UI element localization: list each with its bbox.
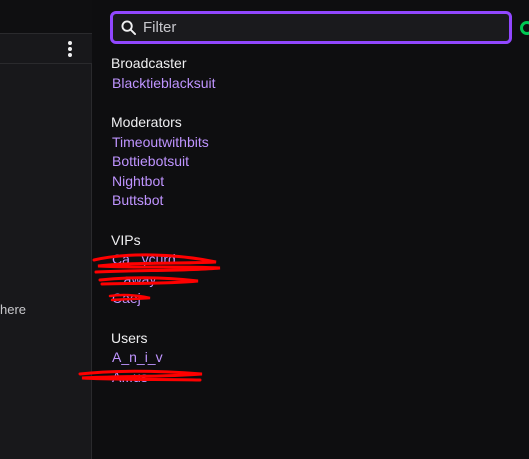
search-icon: [121, 20, 136, 35]
left-partial-text: here: [0, 302, 27, 317]
left-panel-header: [0, 34, 92, 64]
vips-heading: VIPs: [111, 232, 141, 248]
chat-viewers-screen: here Broadcaster Blacktieblacksuit Moder…: [0, 0, 529, 459]
user-broadcaster-1[interactable]: Blacktieblacksuit: [112, 75, 216, 91]
user-vip-3[interactable]: Caej: [112, 290, 141, 306]
user-vip-1[interactable]: Ca...ycurd: [112, 251, 176, 267]
user-moderator-4[interactable]: Buttsbot: [112, 192, 163, 208]
status-indicator: [520, 21, 529, 35]
user-viewer-2[interactable]: A...us: [112, 369, 148, 385]
filter-input[interactable]: [141, 17, 500, 38]
left-chat-panel: here: [0, 0, 92, 459]
kebab-vertical-icon[interactable]: [66, 41, 74, 59]
user-moderator-1[interactable]: Timeoutwithbits: [112, 134, 209, 150]
user-moderator-3[interactable]: Nightbot: [112, 173, 164, 189]
users-heading: Users: [111, 330, 148, 346]
moderators-heading: Moderators: [111, 114, 182, 130]
user-vip-2[interactable]: ...away: [112, 271, 156, 287]
user-moderator-2[interactable]: Bottiebotsuit: [112, 153, 189, 169]
left-top-strip: [0, 0, 92, 34]
broadcaster-heading: Broadcaster: [111, 55, 187, 71]
user-viewer-1[interactable]: A_n_i_v: [112, 349, 163, 365]
filter-field[interactable]: [110, 11, 512, 44]
